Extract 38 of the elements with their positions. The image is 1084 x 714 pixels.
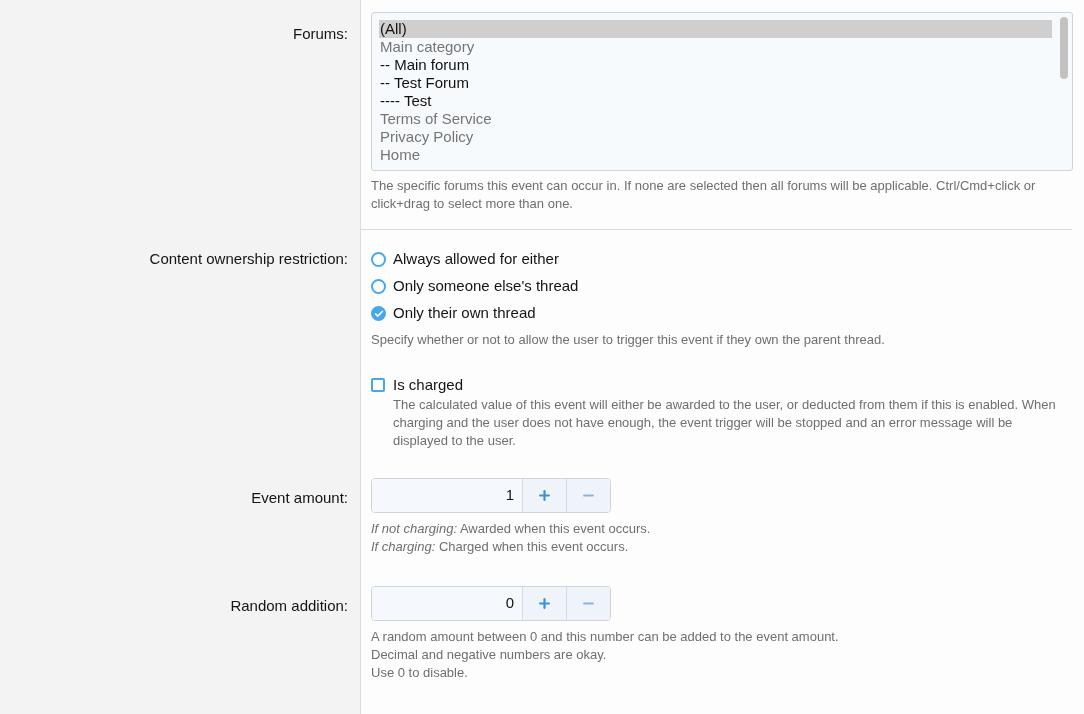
field-label: Event amount: [251, 489, 348, 506]
number-field[interactable]: 1 [372, 479, 522, 512]
forum-option[interactable]: Terms of Service [379, 110, 1052, 128]
field-hint: A random amount between 0 and this number can be added to the event amount. [371, 628, 840, 646]
scrollbar[interactable] [1060, 17, 1068, 79]
decrement-button[interactable] [566, 479, 610, 512]
field-hint: Specify whether or not to allow the user to trigger this event if they own the parent thread. [371, 331, 886, 349]
forum-option[interactable]: Privacy Policy [379, 128, 1052, 146]
radio-label[interactable]: Only their own thread [393, 302, 536, 325]
decrement-button[interactable] [566, 587, 610, 620]
increment-button[interactable] [522, 587, 566, 620]
field-hint: If not charging: Awarded when this event occurs. [371, 520, 652, 538]
forum-option[interactable]: -- Main forum [379, 56, 1052, 74]
radio-label[interactable]: Only someone else's thread [393, 275, 579, 298]
number-field[interactable]: 0 [372, 587, 522, 620]
radio-icon[interactable] [371, 279, 386, 294]
forum-option[interactable]: Home [379, 146, 1052, 164]
field-hint: The calculated value of this event will either be awarded to the user, or deducted from them if this is enabled. When charging and the user does not have enough, the event trigger will be stopped and an error message will be displayed to the user. [393, 396, 1057, 450]
forum-option[interactable]: ---- Test [379, 92, 1052, 110]
field-hint: If charging: Charged when this event occurs. [371, 538, 630, 556]
field-hint: The specific forums this event can occur in. If none are selected then all forums will be applicable. Ctrl/Cmd+click or click+drag to select more than one. [371, 177, 1037, 213]
radio-label[interactable]: Always allowed for either [393, 248, 559, 271]
forum-option[interactable]: -- Test Forum [379, 74, 1052, 92]
checkbox[interactable] [371, 377, 385, 392]
forum-option[interactable]: Main category [379, 38, 1052, 56]
field-hint: Use 0 to disable. [371, 664, 469, 682]
plus-icon [537, 596, 552, 611]
forum-option[interactable]: (All) [379, 20, 1052, 38]
checkbox-label[interactable]: Is charged [393, 373, 464, 396]
radio-icon[interactable] [371, 252, 386, 267]
increment-button[interactable] [522, 479, 566, 512]
field-label: Forums: [293, 25, 348, 42]
plus-icon [537, 488, 552, 503]
forum-list[interactable]: (All) Main category -- Main forum -- Test Forum ---- Test Terms of Service Privacy Policy Home [371, 12, 1073, 171]
field-hint: Decimal and negative numbers are okay. [371, 646, 608, 664]
field-label: Random addition: [230, 597, 348, 614]
field-label: Content ownership restriction: [149, 250, 348, 267]
radio-checked-icon[interactable] [371, 306, 386, 321]
